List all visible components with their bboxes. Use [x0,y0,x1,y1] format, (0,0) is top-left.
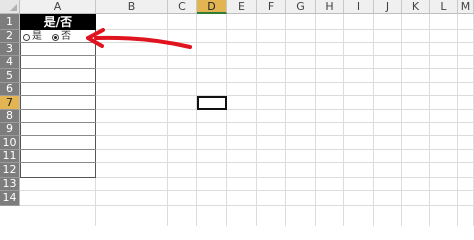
red-arrow-annotation [86,28,192,49]
spreadsheet: ABCDEFGHIJKLMN 1234567891011121314 是/否 是… [0,0,474,226]
arrow-shaft [94,35,192,49]
